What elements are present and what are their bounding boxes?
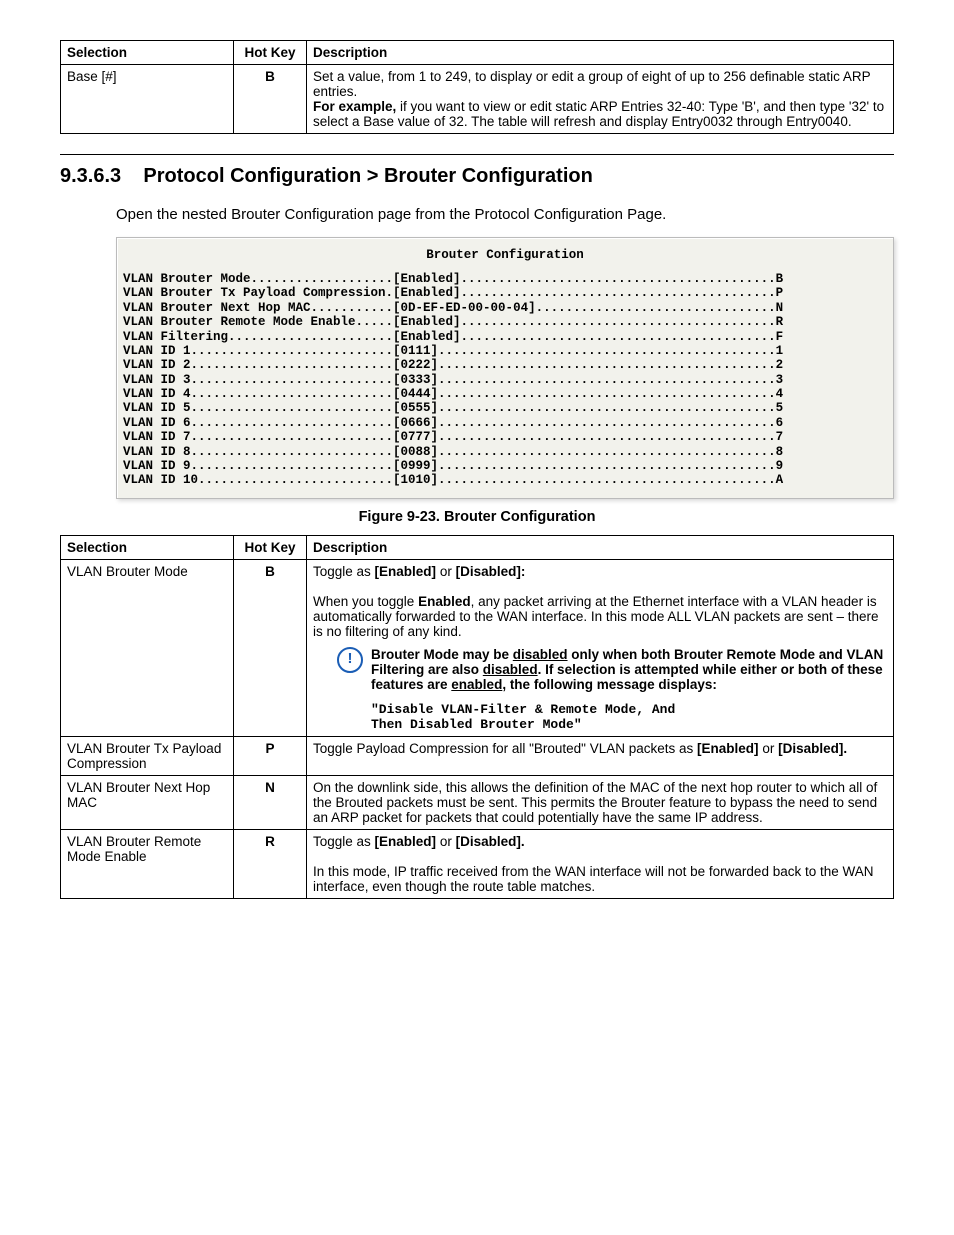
brouter-config-table: Selection Hot Key Description VLAN Brout… [60, 535, 894, 899]
col-hotkey: Hot Key [234, 41, 307, 65]
cell-hotkey: B [234, 65, 307, 134]
table-row: VLAN Brouter Remote Mode Enable R Toggle… [61, 829, 894, 898]
figure-caption: Figure 9-23. Brouter Configuration [60, 509, 894, 525]
cell-selection: Base [#] [61, 65, 234, 134]
cell-hotkey: N [234, 775, 307, 829]
cell-selection: VLAN Brouter Next Hop MAC [61, 775, 234, 829]
cell-hotkey: B [234, 559, 307, 736]
terminal-line: VLAN ID 5...........................[055… [123, 401, 887, 415]
section-intro: Open the nested Brouter Configuration pa… [116, 206, 894, 223]
col-selection: Selection [61, 41, 234, 65]
terminal-line: VLAN Brouter Remote Mode Enable.....[Ena… [123, 315, 887, 329]
terminal-line: VLAN ID 10..........................[101… [123, 473, 887, 487]
col-selection: Selection [61, 535, 234, 559]
terminal-line: VLAN ID 8...........................[008… [123, 445, 887, 459]
cell-description: Set a value, from 1 to 249, to display o… [307, 65, 894, 134]
cell-description: Toggle as [Enabled] or [Disabled]: When … [307, 559, 894, 736]
col-description: Description [307, 535, 894, 559]
info-icon: ! [337, 647, 363, 673]
cell-selection: VLAN Brouter Mode [61, 559, 234, 736]
cell-description: Toggle as [Enabled] or [Disabled]. In th… [307, 829, 894, 898]
terminal-line: VLAN Brouter Mode...................[Ena… [123, 272, 887, 286]
note-text: Brouter Mode may be disabled only when b… [371, 647, 887, 692]
terminal-line: VLAN ID 7...........................[077… [123, 430, 887, 444]
terminal-line: VLAN Filtering......................[Ena… [123, 330, 887, 344]
cell-hotkey: R [234, 829, 307, 898]
terminal-line: VLAN ID 1...........................[011… [123, 344, 887, 358]
terminal-line: VLAN ID 9...........................[099… [123, 459, 887, 473]
base-arp-table: Selection Hot Key Description Base [#] B… [60, 40, 894, 134]
cell-description: Toggle Payload Compression for all "Brou… [307, 736, 894, 775]
table-row: VLAN Brouter Next Hop MAC N On the downl… [61, 775, 894, 829]
col-hotkey: Hot Key [234, 535, 307, 559]
cell-selection: VLAN Brouter Tx Payload Compression [61, 736, 234, 775]
code-message: "Disable VLAN-Filter & Remote Mode, And … [371, 702, 887, 732]
table-row: VLAN Brouter Tx Payload Compression P To… [61, 736, 894, 775]
brouter-terminal: Brouter Configuration VLAN Brouter Mode.… [116, 237, 894, 499]
terminal-line: VLAN ID 4...........................[044… [123, 387, 887, 401]
terminal-line: VLAN ID 6...........................[066… [123, 416, 887, 430]
terminal-line: VLAN ID 3...........................[033… [123, 373, 887, 387]
table-row: VLAN Brouter Mode B Toggle as [Enabled] … [61, 559, 894, 736]
cell-description: On the downlink side, this allows the de… [307, 775, 894, 829]
cell-selection: VLAN Brouter Remote Mode Enable [61, 829, 234, 898]
table-row: Base [#] B Set a value, from 1 to 249, t… [61, 65, 894, 134]
col-description: Description [307, 41, 894, 65]
section-heading: 9.3.6.3 Protocol Configuration > Brouter… [60, 165, 894, 188]
terminal-line: VLAN ID 2...........................[022… [123, 358, 887, 372]
terminal-line: VLAN Brouter Tx Payload Compression.[Ena… [123, 286, 887, 300]
section-divider [60, 154, 894, 155]
terminal-line: VLAN Brouter Next Hop MAC...........[0D-… [123, 301, 887, 315]
cell-hotkey: P [234, 736, 307, 775]
terminal-title: Brouter Configuration [123, 248, 887, 262]
